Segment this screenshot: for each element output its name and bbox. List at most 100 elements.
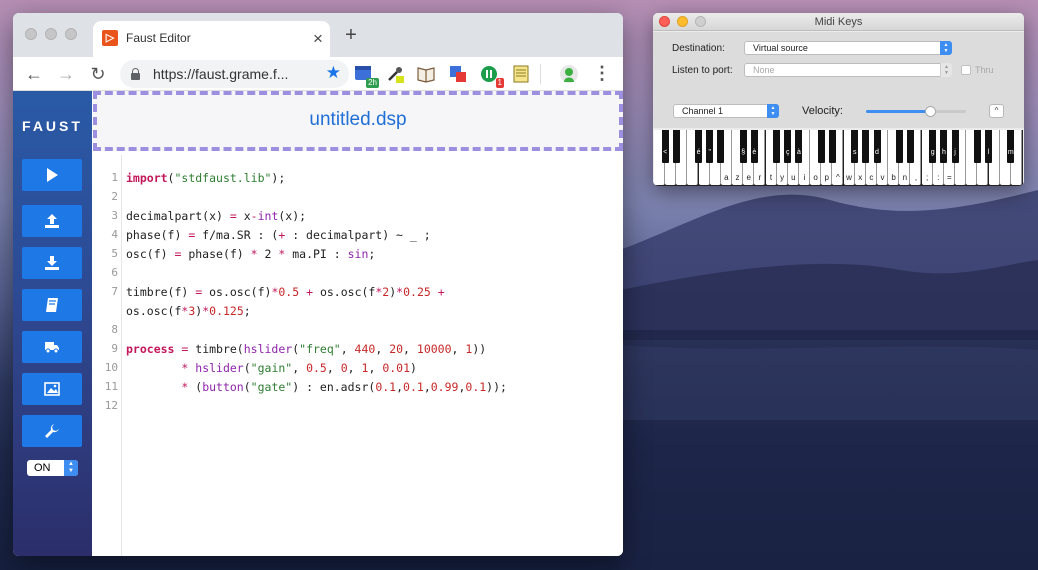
thru-checkbox[interactable] [961, 65, 971, 75]
code-token: 10000 [416, 342, 452, 356]
forward-button[interactable]: → [53, 61, 79, 87]
code-token: , [403, 342, 417, 356]
piano-black-key[interactable]: à [795, 130, 803, 163]
line-number: 6 [111, 266, 118, 279]
piano-black-key[interactable]: g [929, 130, 937, 163]
piano-black-key[interactable]: è [750, 130, 758, 163]
midi-titlebar: Midi Keys [653, 13, 1024, 31]
piano-black-key[interactable]: l [985, 130, 992, 163]
code-token: ) [410, 361, 417, 375]
key-shortcut-label: z [735, 173, 740, 182]
tab-strip: ▷ Faust Editor × + [13, 13, 623, 57]
translate-ext-icon[interactable] [448, 64, 468, 84]
eyedropper-ext-icon[interactable] [385, 64, 405, 84]
piano-black-key[interactable]: j [951, 130, 959, 163]
line-number: 8 [111, 323, 118, 336]
piano-black-key[interactable] [906, 130, 914, 163]
key-shortcut-label: h [941, 149, 946, 156]
key-shortcut-label: l [987, 149, 990, 156]
browser-menu-icon[interactable]: ⋮ [593, 62, 611, 86]
piano-black-key[interactable]: < [661, 130, 669, 163]
record-ext-badge: 1 [495, 78, 504, 88]
piano-black-key[interactable]: " [706, 130, 714, 163]
piano-black-key[interactable]: § [739, 130, 747, 163]
piano-black-key[interactable] [817, 130, 825, 163]
run-button[interactable] [22, 159, 82, 191]
calendar-ext-badge: 2h [366, 78, 379, 88]
book-ext-icon[interactable] [416, 64, 436, 84]
notes-ext-icon[interactable] [511, 64, 531, 84]
piano-black-key[interactable] [973, 130, 981, 163]
piano-black-key[interactable] [717, 130, 725, 163]
code-token: 0.125 [209, 304, 244, 318]
key-shortcut-label: w [846, 173, 852, 182]
bookmark-star-icon[interactable]: ★ [326, 63, 341, 83]
key-shortcut-label: a [724, 173, 729, 182]
filename[interactable]: untitled.dsp [97, 109, 619, 131]
key-shortcut-label: ç [786, 149, 790, 156]
piano-black-key[interactable]: ç [784, 130, 792, 163]
piano-black-key[interactable]: d [873, 130, 881, 163]
url-text: https://faust.grame.f... [153, 66, 289, 82]
collapse-button[interactable]: ^ [989, 104, 1004, 118]
diagram-button[interactable] [22, 373, 82, 405]
piano-black-key[interactable] [773, 130, 781, 163]
settings-button[interactable] [22, 415, 82, 447]
key-shortcut-label: s [852, 149, 857, 156]
piano-black-key[interactable]: m [1007, 130, 1015, 163]
piano-black-key[interactable]: é [695, 130, 703, 163]
piano-keyboard[interactable]: a z e r t y u i o p ^ w x c v b n,;: = < é " § è ç à s d g h j l m [654, 130, 1023, 186]
key-shortcut-label: t [769, 173, 773, 182]
midi-keys-window: Midi Keys Destination: Virtual source ▲ ▼… [653, 13, 1024, 186]
destination-select[interactable]: Virtual source ▲ ▼ [744, 41, 952, 55]
upload-button[interactable] [22, 205, 82, 237]
line-number: 5 [111, 247, 118, 260]
profile-avatar-icon[interactable] [559, 64, 579, 84]
code-token: , [423, 380, 431, 394]
line-number: 2 [111, 190, 118, 203]
power-select[interactable]: ON ▲ ▼ [27, 460, 78, 476]
piano-black-key[interactable]: h [940, 130, 948, 163]
record-ext-icon[interactable]: 1 [479, 64, 504, 88]
code-token: button [202, 380, 244, 394]
code-token: 0.1 [375, 380, 397, 394]
calendar-ext-icon[interactable]: 2h [354, 64, 379, 88]
code-token: phase(f) [126, 228, 189, 242]
window-zoom-button[interactable] [65, 28, 77, 40]
code-token: hslider [243, 342, 293, 356]
line-number: 9 [111, 342, 118, 355]
key-shortcut-label: = [947, 173, 952, 182]
reload-button[interactable]: ↻ [85, 61, 111, 87]
piano-black-key[interactable]: s [851, 130, 859, 163]
code-token: (x); [278, 209, 307, 223]
export-button[interactable] [22, 331, 82, 363]
code-token: 0.99 [430, 380, 459, 394]
new-tab-button[interactable]: + [340, 24, 362, 46]
piano-black-key[interactable] [672, 130, 680, 163]
download-icon [45, 256, 59, 270]
back-button[interactable]: ← [21, 61, 47, 87]
piano-black-key[interactable] [895, 130, 903, 163]
code-token: 0.5 [306, 361, 327, 375]
tab-faust-editor[interactable]: ▷ Faust Editor × [93, 21, 330, 57]
download-button[interactable] [22, 247, 82, 279]
docs-button[interactable] [22, 289, 82, 321]
code-token: ( [243, 380, 251, 394]
listen-port-select[interactable]: None ▲ ▼ [744, 63, 952, 77]
piano-black-key[interactable] [828, 130, 836, 163]
velocity-slider-knob[interactable] [925, 106, 936, 117]
code-token: timbre( [188, 342, 244, 356]
destination-label: Destination: [672, 43, 725, 54]
channel-select[interactable]: Channel 1 ▲ ▼ [673, 104, 779, 118]
piano-black-key[interactable] [862, 130, 870, 163]
velocity-slider-track[interactable] [866, 110, 966, 113]
code-editor[interactable]: 1 2 3 4 5 6 7 8 9 10 11 12 import("stdfaust.lib"); d… [93, 155, 623, 556]
window-minimize-button[interactable] [45, 28, 57, 40]
truck-icon [45, 342, 59, 354]
window-close-button[interactable] [25, 28, 37, 40]
tab-close-icon[interactable]: × [306, 27, 330, 51]
address-bar[interactable]: https://faust.grame.f... ★ [120, 60, 349, 88]
code-token: ; [243, 304, 251, 318]
code-token: 0.5 [278, 285, 300, 299]
